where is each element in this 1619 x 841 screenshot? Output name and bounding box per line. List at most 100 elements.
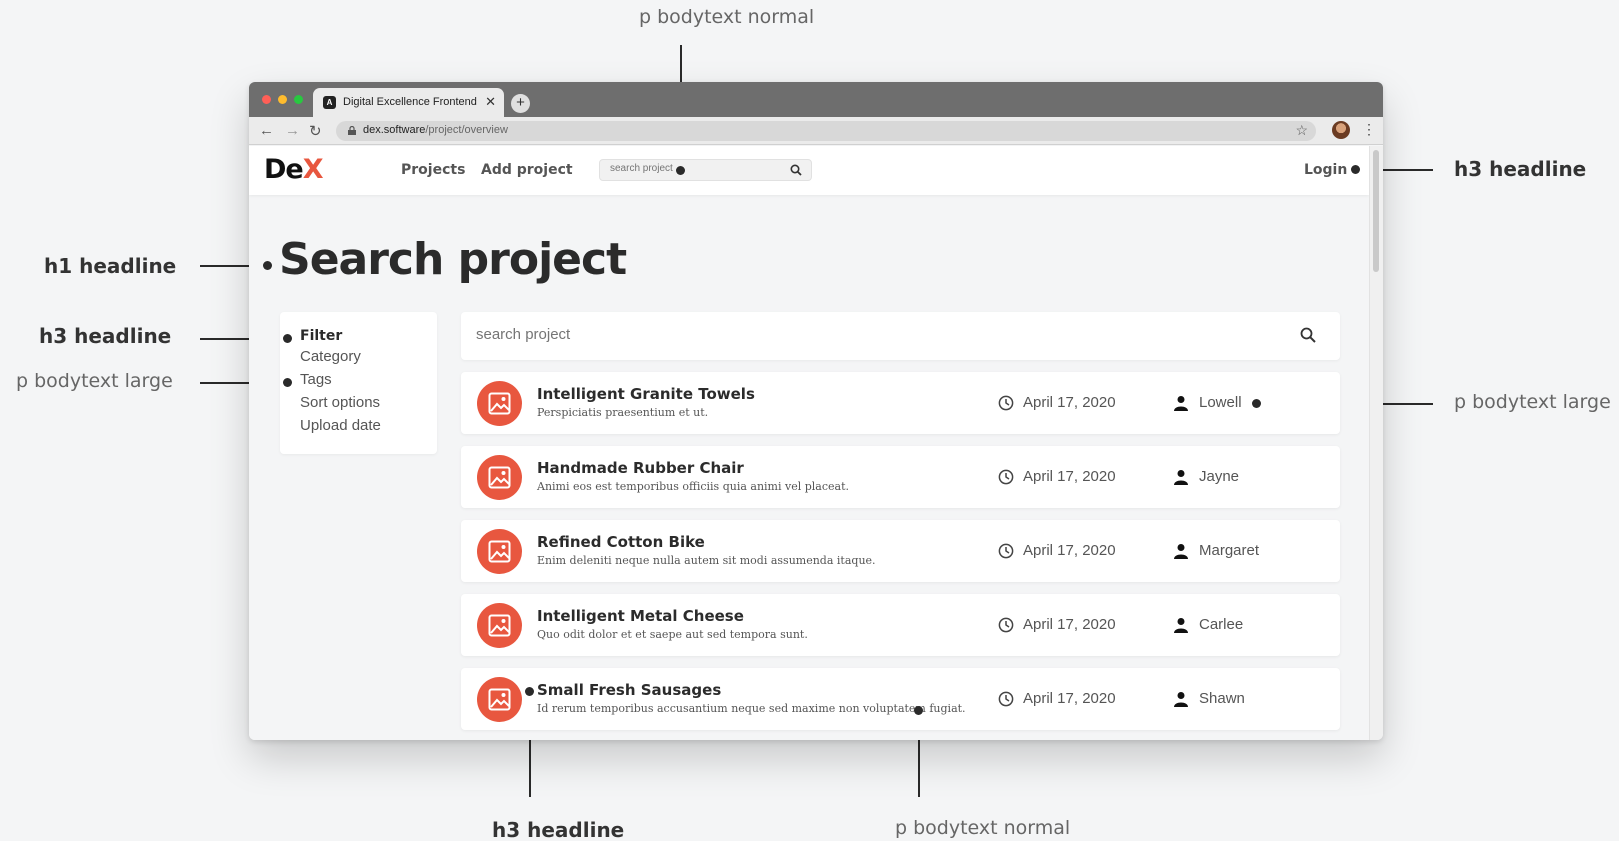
user-icon (1174, 618, 1188, 633)
project-date: April 17, 2020 (1023, 616, 1116, 633)
project-title[interactable]: Intelligent Metal Cheese (537, 607, 744, 625)
browser-menu-icon[interactable]: ⋮ (1362, 121, 1376, 138)
nav-search-input[interactable] (610, 163, 780, 174)
annotation-dot (263, 261, 272, 270)
project-date: April 17, 2020 (1023, 542, 1116, 559)
image-placeholder-icon (488, 688, 511, 711)
project-thumbnail (477, 529, 522, 574)
clock-icon (998, 469, 1014, 485)
project-card[interactable]: Intelligent Metal Cheese Quo odit dolor … (461, 594, 1340, 656)
user-icon (1174, 396, 1188, 411)
project-description: Quo odit dolor et et saepe aut sed tempo… (537, 628, 808, 641)
tab-close-icon[interactable]: ✕ (485, 94, 496, 110)
browser-tab[interactable]: A Digital Excellence Frontend ✕ (313, 88, 504, 117)
url-path: /project/overview (425, 124, 508, 136)
filter-item-tags[interactable]: Tags (300, 371, 332, 388)
annotation-bottom-p: p bodytext normal (895, 817, 1071, 839)
annotation-top-center: p bodytext normal (639, 6, 815, 28)
url-field[interactable]: dex.software/project/overview ☆ (336, 121, 1316, 141)
lock-icon (348, 126, 356, 135)
image-placeholder-icon (488, 540, 511, 563)
browser-titlebar: A Digital Excellence Frontend ✕ + (249, 82, 1383, 117)
project-card[interactable]: Intelligent Granite Towels Perspiciatis … (461, 372, 1340, 434)
back-arrow-icon[interactable]: ← (259, 122, 274, 139)
project-search-bar (461, 312, 1340, 360)
annotation-dot (283, 334, 292, 343)
project-description: Perspiciatis praesentium et ut. (537, 406, 709, 419)
login-link[interactable]: Login (1304, 162, 1347, 178)
dex-logo[interactable]: DeX (264, 154, 324, 185)
annotation-left-h1: h1 headline (44, 254, 177, 278)
annotation-right-top: h3 headline (1454, 157, 1587, 181)
annotation-dot (676, 166, 685, 175)
new-tab-button[interactable]: + (511, 94, 530, 113)
annotation-dot (283, 378, 292, 387)
annotation-dot (914, 706, 923, 715)
app-navbar: DeX Projects Add project Login (249, 146, 1369, 195)
url-host: dex.software (363, 124, 426, 136)
project-thumbnail (477, 677, 522, 722)
project-description: Id rerum temporibus accusantium neque se… (537, 702, 966, 715)
project-date: April 17, 2020 (1023, 468, 1116, 485)
user-icon (1174, 692, 1188, 707)
app-viewport: DeX Projects Add project Login Search pr… (249, 146, 1369, 740)
user-icon (1174, 544, 1188, 559)
project-thumbnail (477, 455, 522, 500)
filter-title: Filter (300, 328, 343, 344)
filter-item-sort-options[interactable]: Sort options (300, 394, 380, 411)
image-placeholder-icon (488, 614, 511, 637)
tab-title: Digital Excellence Frontend (343, 96, 477, 108)
project-card[interactable]: Refined Cotton Bike Enim deleniti neque … (461, 520, 1340, 582)
search-icon[interactable] (1300, 327, 1316, 343)
search-icon[interactable] (790, 164, 802, 176)
forward-arrow-icon[interactable]: → (285, 122, 300, 139)
project-title[interactable]: Handmade Rubber Chair (537, 459, 744, 477)
annotation-right-p: p bodytext large (1454, 391, 1611, 413)
annotation-left-h3: h3 headline (39, 324, 172, 348)
project-author: Carlee (1199, 616, 1244, 633)
reload-icon[interactable]: ↻ (309, 122, 322, 140)
project-thumbnail (477, 603, 522, 648)
angular-favicon-icon: A (323, 96, 336, 109)
annotation-dot (525, 687, 534, 696)
project-card[interactable]: Handmade Rubber Chair Animi eos est temp… (461, 446, 1340, 508)
clock-icon (998, 691, 1014, 707)
filter-panel: Filter Category Tags Sort options Upload… (280, 312, 437, 454)
project-description: Enim deleniti neque nulla autem sit modi… (537, 554, 876, 567)
project-title[interactable]: Intelligent Granite Towels (537, 385, 755, 403)
annotation-bottom-h3: h3 headline (492, 818, 625, 841)
annotation-dot (1351, 165, 1360, 174)
filter-item-category[interactable]: Category (300, 348, 361, 365)
project-card[interactable]: Small Fresh Sausages Id rerum temporibus… (461, 668, 1340, 730)
project-title[interactable]: Small Fresh Sausages (537, 681, 721, 699)
project-date: April 17, 2020 (1023, 394, 1116, 411)
annotation-left-p: p bodytext large (16, 370, 173, 392)
project-author: Jayne (1199, 468, 1240, 485)
address-bar: ← → ↻ dex.software/project/overview ☆ ⋮ (249, 117, 1383, 145)
project-title[interactable]: Refined Cotton Bike (537, 533, 705, 551)
project-thumbnail (477, 381, 522, 426)
project-author: Margaret (1199, 542, 1260, 559)
filter-item-upload-date[interactable]: Upload date (300, 417, 381, 434)
scrollbar-thumb[interactable] (1373, 150, 1379, 272)
bookmark-star-icon[interactable]: ☆ (1295, 122, 1308, 139)
nav-search-bar (599, 159, 812, 181)
nav-projects-link[interactable]: Projects (401, 162, 465, 178)
clock-icon (998, 543, 1014, 559)
image-placeholder-icon (488, 466, 511, 489)
project-author: Shawn (1199, 690, 1245, 707)
profile-avatar[interactable] (1332, 121, 1350, 139)
maximize-window-button[interactable] (294, 95, 303, 104)
clock-icon (998, 617, 1014, 633)
nav-add-project-link[interactable]: Add project (481, 162, 573, 178)
user-icon (1174, 470, 1188, 485)
page-title: Search project (279, 234, 627, 285)
clock-icon (998, 395, 1014, 411)
close-window-button[interactable] (262, 95, 271, 104)
project-author: Lowell (1199, 394, 1242, 411)
browser-window: A Digital Excellence Frontend ✕ + ← → ↻ … (249, 82, 1383, 740)
project-search-input[interactable] (476, 326, 1176, 343)
project-description: Animi eos est temporibus officiis quia a… (537, 480, 850, 493)
minimize-window-button[interactable] (278, 95, 287, 104)
annotation-dot (1252, 399, 1261, 408)
